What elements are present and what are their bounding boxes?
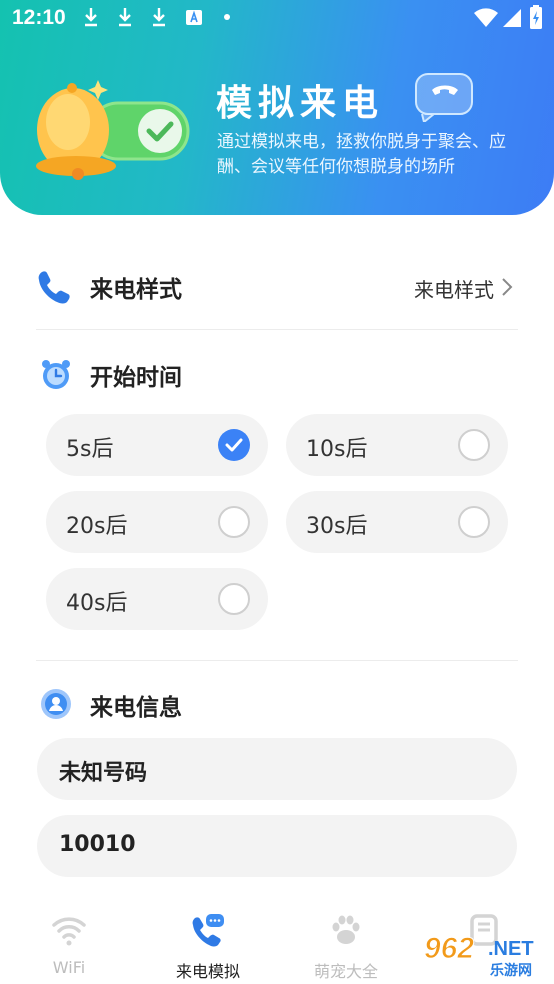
tab-pets[interactable]: 萌宠大全 [291, 908, 401, 984]
start-time-label: 开始时间 [90, 365, 182, 391]
tab-wifi[interactable]: WiFi [14, 908, 124, 984]
option-label: 20s后 [66, 514, 128, 539]
bell-toggle-illustration [36, 80, 190, 180]
download-icon [119, 8, 131, 27]
start-time-option-30s[interactable]: 30s后 [286, 491, 508, 553]
caller-name-value: 未知号码 [59, 761, 148, 786]
alarm-clock-icon [42, 360, 70, 389]
wifi-icon [52, 917, 86, 946]
watermark-net: .NET [488, 938, 534, 960]
start-time-option-5s[interactable]: 5s后 [46, 414, 268, 476]
start-time-option-10s[interactable]: 10s后 [286, 414, 508, 476]
watermark-number: 962 [423, 932, 475, 966]
notification-dot [224, 14, 230, 20]
caller-number-value: 10010 [59, 832, 136, 857]
page-title: 模拟来电 [216, 83, 385, 124]
tab-label: 萌宠大全 [313, 962, 378, 981]
caller-info-label: 来电信息 [90, 695, 182, 721]
tab-call-simulation[interactable]: 来电模拟 [153, 908, 263, 984]
divider [36, 329, 518, 330]
caller-name-field[interactable]: 未知号码 [37, 738, 517, 800]
start-time-option-20s[interactable]: 20s后 [46, 491, 268, 553]
paw-icon [332, 915, 360, 944]
call-style-value[interactable]: 来电样式 [414, 274, 494, 303]
radio-checked-icon[interactable] [218, 429, 250, 461]
option-label: 10s后 [306, 437, 368, 462]
page-description: 通过模拟来电，拯救你脱身于聚会、应酬、会议等任何你想脱身的场所 [217, 132, 506, 177]
cell-signal-icon [503, 9, 521, 27]
chevron-right-icon [502, 278, 513, 296]
radio-unchecked-icon[interactable] [458, 506, 490, 538]
phone-icon [38, 271, 70, 304]
site-watermark: 962 .NET 乐游网 [418, 932, 550, 982]
call-style-row[interactable]: 来电样式 来电样式 [36, 258, 518, 318]
radio-unchecked-icon[interactable] [218, 506, 250, 538]
tab-label: 来电模拟 [175, 962, 240, 981]
radio-unchecked-icon[interactable] [458, 429, 490, 461]
phone-chat-icon [192, 914, 224, 947]
option-label: 5s后 [66, 437, 114, 462]
start-time-option-40s[interactable]: 40s后 [46, 568, 268, 630]
wifi-signal-icon [474, 8, 498, 27]
option-label: 30s后 [306, 514, 368, 539]
download-icon [153, 8, 165, 27]
status-bar: 12:10 [0, 0, 554, 36]
call-style-label: 来电样式 [90, 277, 182, 303]
caller-info-header: 来电信息 [36, 682, 336, 726]
app-notification-icon [186, 10, 202, 25]
status-time: 12:10 [12, 6, 66, 29]
download-icon [85, 8, 97, 27]
option-label: 40s后 [66, 591, 128, 616]
header-banner: 12:10 模拟来电 通过模拟来电，拯救你脱身于聚会、应酬、会议等任何你想脱身的… [0, 0, 554, 215]
phone-bubble-icon [415, 73, 473, 122]
contact-avatar-icon [41, 689, 71, 719]
divider [36, 660, 518, 661]
start-time-header: 开始时间 [36, 352, 336, 396]
battery-icon [530, 5, 542, 29]
tab-label: WiFi [52, 958, 86, 977]
radio-unchecked-icon[interactable] [218, 583, 250, 615]
watermark-subtitle: 乐游网 [490, 963, 532, 979]
caller-number-field[interactable]: 10010 [37, 815, 517, 877]
